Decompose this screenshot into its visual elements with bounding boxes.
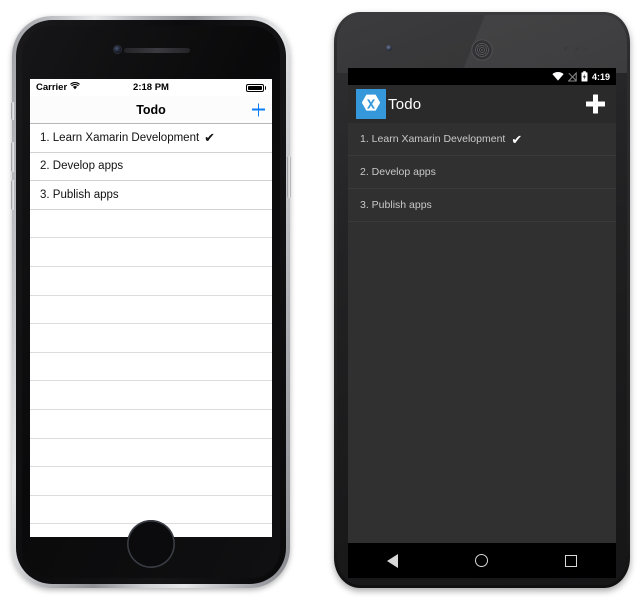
add-item-button[interactable] <box>252 103 265 116</box>
list-empty-row <box>30 439 272 468</box>
list-empty-row <box>30 267 272 296</box>
list-item-label: 1. Learn Xamarin Development <box>40 131 200 144</box>
volume-down-button[interactable] <box>11 180 15 210</box>
proximity-sensors <box>564 47 590 51</box>
iphone-screen: Carrier 2:18 PM Todo 1. Learn Xamarin De… <box>30 79 272 537</box>
list-empty-row <box>30 381 272 410</box>
back-triangle-icon[interactable] <box>386 553 398 568</box>
front-camera-icon <box>114 46 121 53</box>
android-screen: 4:19 Todo 1. Learn Xamarin Development ✔ 2… <box>348 68 616 543</box>
mute-switch[interactable] <box>11 102 15 120</box>
list-item[interactable]: 1. Learn Xamarin Development ✔ <box>30 124 272 153</box>
android-navigation-bar <box>348 543 616 578</box>
checkmark-icon: ✔ <box>511 131 523 147</box>
list-empty-row <box>30 410 272 439</box>
earpiece-speaker <box>471 39 493 61</box>
home-circle-icon[interactable] <box>474 554 488 567</box>
page-title: Todo <box>388 95 422 113</box>
android-status-bar: 4:19 <box>348 68 616 85</box>
xamarin-logo-icon <box>356 89 386 119</box>
power-button[interactable] <box>287 156 291 198</box>
list-item-label: 3. Publish apps <box>40 188 119 201</box>
list-item-label: 2. Develop apps <box>360 166 436 178</box>
list-empty-row <box>30 467 272 496</box>
battery-charging-icon <box>581 71 588 82</box>
wifi-icon <box>552 72 564 81</box>
ios-navigation-bar: Todo <box>30 96 272 124</box>
front-camera-icon <box>386 45 392 51</box>
list-empty-row <box>30 296 272 325</box>
ios-clock: 2:18 PM <box>133 82 169 93</box>
list-empty-row <box>30 238 272 267</box>
add-item-button[interactable] <box>586 94 605 114</box>
list-item-label: 1. Learn Xamarin Development <box>360 133 506 145</box>
android-todo-list[interactable]: 1. Learn Xamarin Development ✔ 2. Develop … <box>348 123 616 222</box>
battery-full-icon <box>245 83 266 92</box>
volume-up-button[interactable] <box>11 142 15 172</box>
screenshot-stage: Carrier 2:18 PM Todo 1. Learn Xamarin De… <box>0 0 643 600</box>
list-empty-area <box>348 222 616 543</box>
earpiece-speaker <box>124 48 190 53</box>
android-clock: 4:19 <box>591 71 610 82</box>
home-button[interactable] <box>127 520 175 568</box>
list-item[interactable]: 2. Develop apps <box>30 153 272 182</box>
checkmark-icon: ✔ <box>204 130 216 146</box>
list-item[interactable]: 2. Develop apps <box>348 156 616 189</box>
list-item[interactable]: 3. Publish apps <box>348 189 616 222</box>
recents-square-icon[interactable] <box>565 554 578 567</box>
android-device: 4:19 Todo 1. Learn Xamarin Development ✔ 2… <box>334 12 630 588</box>
list-item-label: 2. Develop apps <box>40 160 124 173</box>
page-title: Todo <box>136 102 166 117</box>
list-empty-row <box>30 210 272 239</box>
list-item[interactable]: 3. Publish apps <box>30 181 272 210</box>
ios-todo-list[interactable]: 1. Learn Xamarin Development ✔ 2. Develop … <box>30 124 272 537</box>
ios-status-bar: Carrier 2:18 PM <box>30 79 272 96</box>
list-item-label: 3. Publish apps <box>360 199 432 211</box>
list-empty-row <box>30 324 272 353</box>
signal-off-icon <box>567 71 577 82</box>
android-action-bar: Todo <box>348 85 616 123</box>
list-empty-row <box>30 353 272 382</box>
list-item[interactable]: 1. Learn Xamarin Development ✔ <box>348 123 616 156</box>
iphone-device: Carrier 2:18 PM Todo 1. Learn Xamarin De… <box>11 16 291 588</box>
